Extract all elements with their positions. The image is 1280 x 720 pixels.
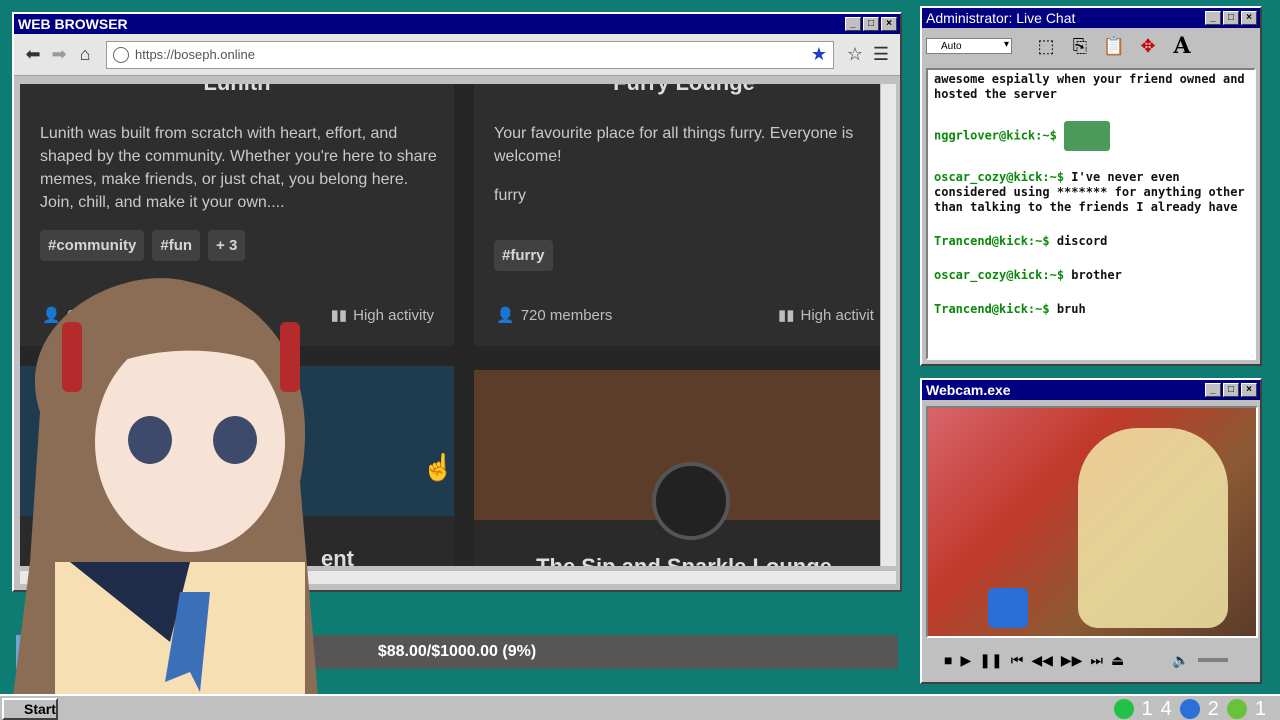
minimize-button[interactable]: _	[1205, 11, 1221, 25]
tray-count: 1	[1141, 697, 1153, 720]
browser-navbar: ⬅ ➡ ⌂ https://boseph.online ★ ☆ ☰	[14, 34, 900, 76]
activity-icon: ▮▮	[778, 307, 795, 324]
minimize-button[interactable]: _	[845, 17, 861, 31]
maximize-button[interactable]: □	[1223, 383, 1239, 397]
chat-username: oscar_cozy@kick:~$	[934, 268, 1065, 282]
server-card[interactable]: The Sip and Sparkle Lounge	[474, 370, 880, 566]
maximize-button[interactable]: □	[1223, 11, 1239, 25]
server-card[interactable]: Furry Lounge Your favourite place for al…	[474, 84, 880, 346]
stop-icon[interactable]: ■	[944, 652, 952, 668]
menu-icon[interactable]: ☰	[868, 42, 894, 68]
browser-titlebar[interactable]: WEB BROWSER _ □ ×	[14, 14, 900, 34]
webcam-titlebar[interactable]: Webcam.exe _ □ ×	[922, 380, 1260, 400]
chat-title: Administrator: Live Chat	[926, 10, 1076, 26]
emote-image	[1064, 121, 1111, 151]
chat-toolbar: Auto ⬚ ⎘ 📋 ✥ A	[922, 28, 1260, 64]
chat-username: nggrlover@kick:~$	[934, 128, 1057, 143]
tray-count: 2	[1207, 697, 1219, 720]
volume-slider[interactable]	[1197, 658, 1228, 662]
chat-window: Administrator: Live Chat _ □ × Auto ⬚ ⎘ …	[920, 6, 1262, 366]
start-button[interactable]: Start	[2, 698, 58, 720]
copy-icon[interactable]: ⎘	[1066, 32, 1094, 60]
tag-chip[interactable]: #community	[40, 230, 145, 261]
chat-log: awesome espially when your friend owned …	[926, 68, 1256, 360]
close-button[interactable]: ×	[881, 17, 897, 31]
card-title: Lunith	[20, 84, 454, 96]
server-avatar	[652, 462, 730, 540]
tag-chip[interactable]: #furry	[494, 240, 553, 271]
chat-username: Trancend@kick:~$	[934, 234, 1050, 248]
system-tray: 1 4 2 1	[1113, 696, 1266, 720]
card-title: Furry Lounge	[474, 84, 880, 96]
chat-username: Trancend@kick:~$	[934, 302, 1050, 316]
favorites-icon[interactable]: ☆	[842, 42, 868, 68]
play-icon[interactable]: ▶	[960, 652, 971, 669]
volume-icon[interactable]: 🔈	[1172, 652, 1189, 669]
fast-forward-icon[interactable]: ▶▶	[1061, 652, 1083, 669]
forward-icon[interactable]: ➡	[46, 42, 72, 68]
globe-icon	[113, 46, 129, 63]
bookmark-star-icon[interactable]: ★	[811, 44, 827, 65]
media-controls: ■ ▶ ❚❚ ⏮ ◀◀ ▶▶ ⏭ ⏏ 🔈	[926, 646, 1258, 674]
card-keyword: furry	[494, 187, 526, 204]
kick-icon[interactable]	[1113, 699, 1134, 719]
pause-icon[interactable]: ❚❚	[979, 652, 1002, 669]
rewind-icon[interactable]: ◀◀	[1031, 652, 1053, 669]
mug-image	[988, 588, 1028, 628]
members-icon: 👤	[496, 307, 515, 324]
activity-icon: ▮▮	[330, 307, 348, 324]
close-button[interactable]: ×	[1241, 383, 1257, 397]
close-button[interactable]: ×	[1241, 11, 1257, 25]
eject-icon[interactable]: ⏏	[1111, 652, 1124, 669]
tray-count: 4	[1160, 697, 1172, 720]
taskbar: Start 1 4 2 1	[0, 694, 1280, 720]
home-icon[interactable]: ⌂	[72, 42, 98, 68]
avatar-character	[1078, 428, 1228, 628]
select-icon[interactable]: ⬚	[1032, 32, 1060, 60]
font-icon[interactable]: A	[1168, 32, 1196, 60]
chat-message-text: brother	[1071, 268, 1122, 282]
vertical-scrollbar[interactable]	[880, 84, 896, 566]
chat-message-text: discord	[1056, 234, 1108, 248]
card-description: Your favourite place for all things furr…	[494, 125, 854, 165]
card-title: The Sip and Sparkle Lounge	[474, 554, 880, 566]
back-icon[interactable]: ⬅	[20, 42, 46, 68]
browser-title: WEB BROWSER	[18, 16, 128, 32]
webcam-window: Webcam.exe _ □ × ■ ▶ ❚❚ ⏮ ◀◀ ▶▶ ⏭ ⏏ 🔈	[920, 378, 1262, 684]
chat-username: oscar_cozy@kick:~$	[934, 170, 1065, 184]
webcam-view	[926, 406, 1258, 638]
chat-titlebar[interactable]: Administrator: Live Chat _ □ ×	[922, 8, 1260, 28]
skip-forward-icon[interactable]: ⏭	[1090, 652, 1103, 669]
address-bar[interactable]: https://boseph.online ★	[106, 40, 834, 69]
tag-chip[interactable]: #fun	[152, 230, 201, 261]
chat-message-text: bruh	[1056, 302, 1086, 316]
vtuber-avatar	[0, 262, 330, 720]
tray-count: 1	[1254, 697, 1266, 720]
chat-message-text: awesome espially when your friend owned …	[934, 72, 1245, 101]
paste-icon[interactable]: 📋	[1100, 32, 1128, 60]
webcam-title: Webcam.exe	[926, 382, 1011, 398]
more-tags-chip[interactable]: + 3	[208, 230, 246, 261]
font-size-select[interactable]: Auto	[926, 38, 1012, 54]
move-icon[interactable]: ✥	[1134, 32, 1162, 60]
status-icon[interactable]	[1226, 699, 1247, 719]
member-count: 720 members	[520, 306, 613, 324]
activity-label: High activity	[353, 306, 434, 324]
hand-cursor-icon: ☝	[422, 452, 455, 482]
skip-back-icon[interactable]: ⏮	[1011, 652, 1024, 669]
card-description: Lunith was built from scratch with heart…	[40, 125, 437, 211]
url-text: https://boseph.online	[135, 47, 255, 62]
activity-label: High activit	[800, 306, 874, 324]
maximize-button[interactable]: □	[863, 17, 879, 31]
minimize-button[interactable]: _	[1205, 383, 1221, 397]
moon-icon[interactable]	[1179, 699, 1200, 719]
